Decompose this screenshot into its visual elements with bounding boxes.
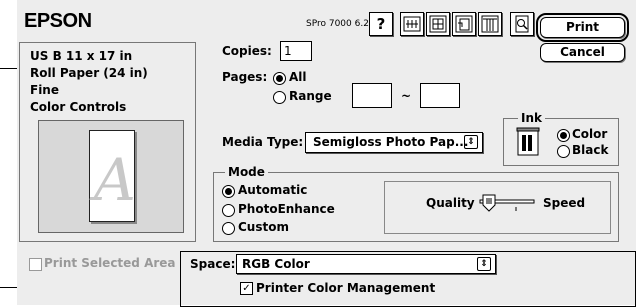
print-selected-area-checkbox[interactable] [29, 258, 42, 271]
mode-automatic-radio[interactable] [222, 185, 235, 198]
mode-photoenhance-label: PhotoEnhance [238, 202, 335, 216]
custom-paper-button[interactable] [452, 12, 476, 36]
speed-label: Speed [543, 196, 586, 210]
ink-color-radio[interactable] [557, 129, 570, 142]
print-button[interactable]: Print [536, 13, 629, 42]
page-preview: A [38, 120, 184, 233]
space-value: RGB Color [242, 257, 310, 271]
range-from-field[interactable] [352, 83, 392, 108]
options-button[interactable] [478, 12, 502, 36]
media-type-label: Media Type: [222, 135, 304, 149]
space-label: Space: [190, 257, 236, 271]
paper-size-text: US B 11 x 17 in [30, 49, 133, 63]
quality-label: Quality [426, 196, 475, 210]
media-type-popup[interactable]: Semigloss Photo Pap... ⇕ [305, 132, 483, 153]
checkmark-icon: ✓ [242, 283, 251, 294]
preview-letter: A [94, 146, 136, 214]
pages-range-radio[interactable] [273, 91, 286, 104]
printer-color-management-checkbox[interactable]: ✓ [240, 282, 253, 295]
ink-cartridge-icon [516, 127, 540, 156]
pages-label: Pages: [222, 70, 268, 84]
settings-summary-panel: US B 11 x 17 in Roll Paper (24 in) Fine … [19, 42, 196, 242]
print-selected-area-label: Print Selected Area [44, 256, 176, 270]
paper-source-text: Roll Paper (24 in) [30, 66, 148, 80]
mode-automatic-label: Automatic [238, 183, 308, 197]
ink-black-radio[interactable] [557, 145, 570, 158]
copies-value: 1 [284, 44, 292, 58]
columns-icon [481, 15, 499, 33]
range-to-field[interactable] [420, 83, 460, 108]
quality-text: Fine [30, 83, 59, 97]
mode-custom-radio[interactable] [222, 222, 235, 235]
utility-icon [403, 16, 421, 32]
pages-range-label: Range [289, 89, 332, 103]
mode-group-title: Mode [225, 165, 268, 179]
help-button[interactable]: ? [369, 12, 393, 36]
ink-color-label: Color [572, 127, 608, 141]
space-popup[interactable]: RGB Color ⇕ [236, 254, 496, 274]
color-mode-text: Color Controls [30, 100, 127, 114]
printer-color-management-label: Printer Color Management [256, 281, 436, 295]
space-popup-arrows-icon: ⇕ [477, 257, 491, 271]
popup-arrows-icon: ⇕ [464, 135, 478, 149]
page-setup-icon [455, 15, 473, 33]
ink-group-title: Ink [518, 111, 545, 125]
mode-photoenhance-radio[interactable] [222, 204, 235, 217]
copies-field[interactable]: 1 [280, 41, 312, 61]
preview-button[interactable] [510, 12, 534, 36]
copies-label: Copies: [222, 44, 272, 58]
layout-icon [429, 15, 447, 33]
media-type-value: Semigloss Photo Pap... [313, 135, 469, 149]
pages-all-label: All [289, 70, 307, 84]
preview-icon [515, 15, 529, 33]
utility-button[interactable] [400, 12, 424, 36]
epson-logo: EPSON [24, 10, 92, 32]
mode-custom-label: Custom [238, 220, 289, 234]
range-separator: ~ [401, 89, 412, 103]
quality-speed-slider[interactable] [478, 192, 536, 216]
help-icon: ? [376, 15, 386, 33]
pages-all-radio[interactable] [273, 72, 286, 85]
ink-black-label: Black [572, 143, 609, 157]
cancel-button[interactable]: Cancel [540, 43, 625, 62]
preview-page: A [89, 130, 136, 222]
background-print-button[interactable] [426, 12, 450, 36]
